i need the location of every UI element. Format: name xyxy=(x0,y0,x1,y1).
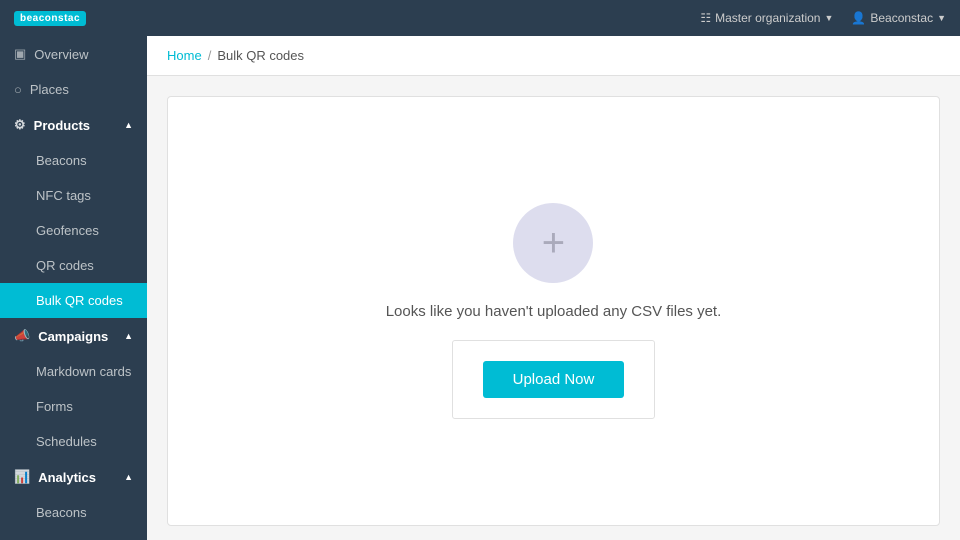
products-section-left: ⚙ Products xyxy=(14,117,90,133)
navbar-logo: beaconstac xyxy=(14,11,86,26)
sidebar-item-qr-codes[interactable]: QR codes xyxy=(0,248,147,283)
user-icon: 👤 xyxy=(851,11,866,25)
breadcrumb-home[interactable]: Home xyxy=(167,48,202,63)
sidebar-item-analytics-beacons[interactable]: Beacons xyxy=(0,495,147,530)
user-selector[interactable]: 👤 Beaconstac ▼ xyxy=(851,11,946,25)
analytics-section-left: 📊 Analytics xyxy=(14,469,96,485)
campaigns-section-left: 📣 Campaigns xyxy=(14,328,108,344)
plus-icon: + xyxy=(542,221,565,266)
sidebar-label-schedules: Schedules xyxy=(36,434,97,449)
sidebar-label-products: Products xyxy=(34,118,90,133)
analytics-chevron-icon: ▲ xyxy=(124,472,133,482)
chevron-down-icon: ▼ xyxy=(824,13,833,23)
sidebar-section-analytics[interactable]: 📊 Analytics ▲ xyxy=(0,459,147,495)
sidebar-label-forms: Forms xyxy=(36,399,73,414)
org-icon: ☷ xyxy=(700,11,711,25)
navbar: beaconstac ☷ Master organization ▼ 👤 Bea… xyxy=(0,0,960,36)
empty-state-message: Looks like you haven't uploaded any CSV … xyxy=(386,303,722,320)
sidebar-label-analytics-beacons: Beacons xyxy=(36,505,87,520)
sidebar-item-bulk-qr-codes[interactable]: Bulk QR codes xyxy=(0,283,147,318)
sidebar-section-campaigns[interactable]: 📣 Campaigns ▲ xyxy=(0,318,147,354)
sidebar-item-forms[interactable]: Forms xyxy=(0,389,147,424)
main-layout: ▣ Overview ○ Places ⚙ Products ▲ Beacons… xyxy=(0,36,960,540)
overview-icon: ▣ xyxy=(14,46,26,62)
org-label: Master organization xyxy=(715,11,820,25)
sidebar-section-products[interactable]: ⚙ Products ▲ xyxy=(0,107,147,143)
campaigns-chevron-icon: ▲ xyxy=(124,331,133,341)
main-content: + Looks like you haven't uploaded any CS… xyxy=(147,76,960,540)
sidebar-label-qr-codes: QR codes xyxy=(36,258,94,273)
upload-now-button[interactable]: Upload Now xyxy=(483,361,625,398)
breadcrumb: Home / Bulk QR codes xyxy=(147,36,960,76)
navbar-right: ☷ Master organization ▼ 👤 Beaconstac ▼ xyxy=(700,11,946,25)
sidebar-item-geofences[interactable]: Geofences xyxy=(0,213,147,248)
products-chevron-icon: ▲ xyxy=(124,120,133,130)
chevron-down-icon: ▼ xyxy=(937,13,946,23)
sidebar-label-markdown-cards: Markdown cards xyxy=(36,364,131,379)
content-card: + Looks like you haven't uploaded any CS… xyxy=(167,96,940,526)
sidebar-item-markdown-cards[interactable]: Markdown cards xyxy=(0,354,147,389)
sidebar-label-places: Places xyxy=(30,82,69,97)
sidebar-label-overview: Overview xyxy=(34,47,88,62)
sidebar-item-schedules[interactable]: Schedules xyxy=(0,424,147,459)
empty-state: + Looks like you haven't uploaded any CS… xyxy=(346,163,762,459)
empty-state-icon: + xyxy=(513,203,593,283)
upload-button-wrapper: Upload Now xyxy=(452,340,656,419)
breadcrumb-separator: / xyxy=(208,48,212,63)
navbar-brand: beaconstac xyxy=(14,11,86,26)
sidebar-label-nfc-tags: NFC tags xyxy=(36,188,91,203)
sidebar-item-overview[interactable]: ▣ Overview xyxy=(0,36,147,72)
campaigns-icon: 📣 xyxy=(14,328,30,344)
products-icon: ⚙ xyxy=(14,117,26,133)
sidebar-label-geofences: Geofences xyxy=(36,223,99,238)
analytics-icon: 📊 xyxy=(14,469,30,485)
sidebar-item-places[interactable]: ○ Places xyxy=(0,72,147,107)
places-icon: ○ xyxy=(14,82,22,97)
sidebar: ▣ Overview ○ Places ⚙ Products ▲ Beacons… xyxy=(0,36,147,540)
sidebar-label-bulk-qr-codes: Bulk QR codes xyxy=(36,293,123,308)
content-area: Home / Bulk QR codes + Looks like you ha… xyxy=(147,36,960,540)
sidebar-item-beacons[interactable]: Beacons xyxy=(0,143,147,178)
org-selector[interactable]: ☷ Master organization ▼ xyxy=(700,11,833,25)
sidebar-label-beacons: Beacons xyxy=(36,153,87,168)
user-label: Beaconstac xyxy=(870,11,933,25)
breadcrumb-current: Bulk QR codes xyxy=(217,48,304,63)
sidebar-label-analytics: Analytics xyxy=(38,470,96,485)
sidebar-item-nfc-tags[interactable]: NFC tags xyxy=(0,178,147,213)
sidebar-label-campaigns: Campaigns xyxy=(38,329,108,344)
